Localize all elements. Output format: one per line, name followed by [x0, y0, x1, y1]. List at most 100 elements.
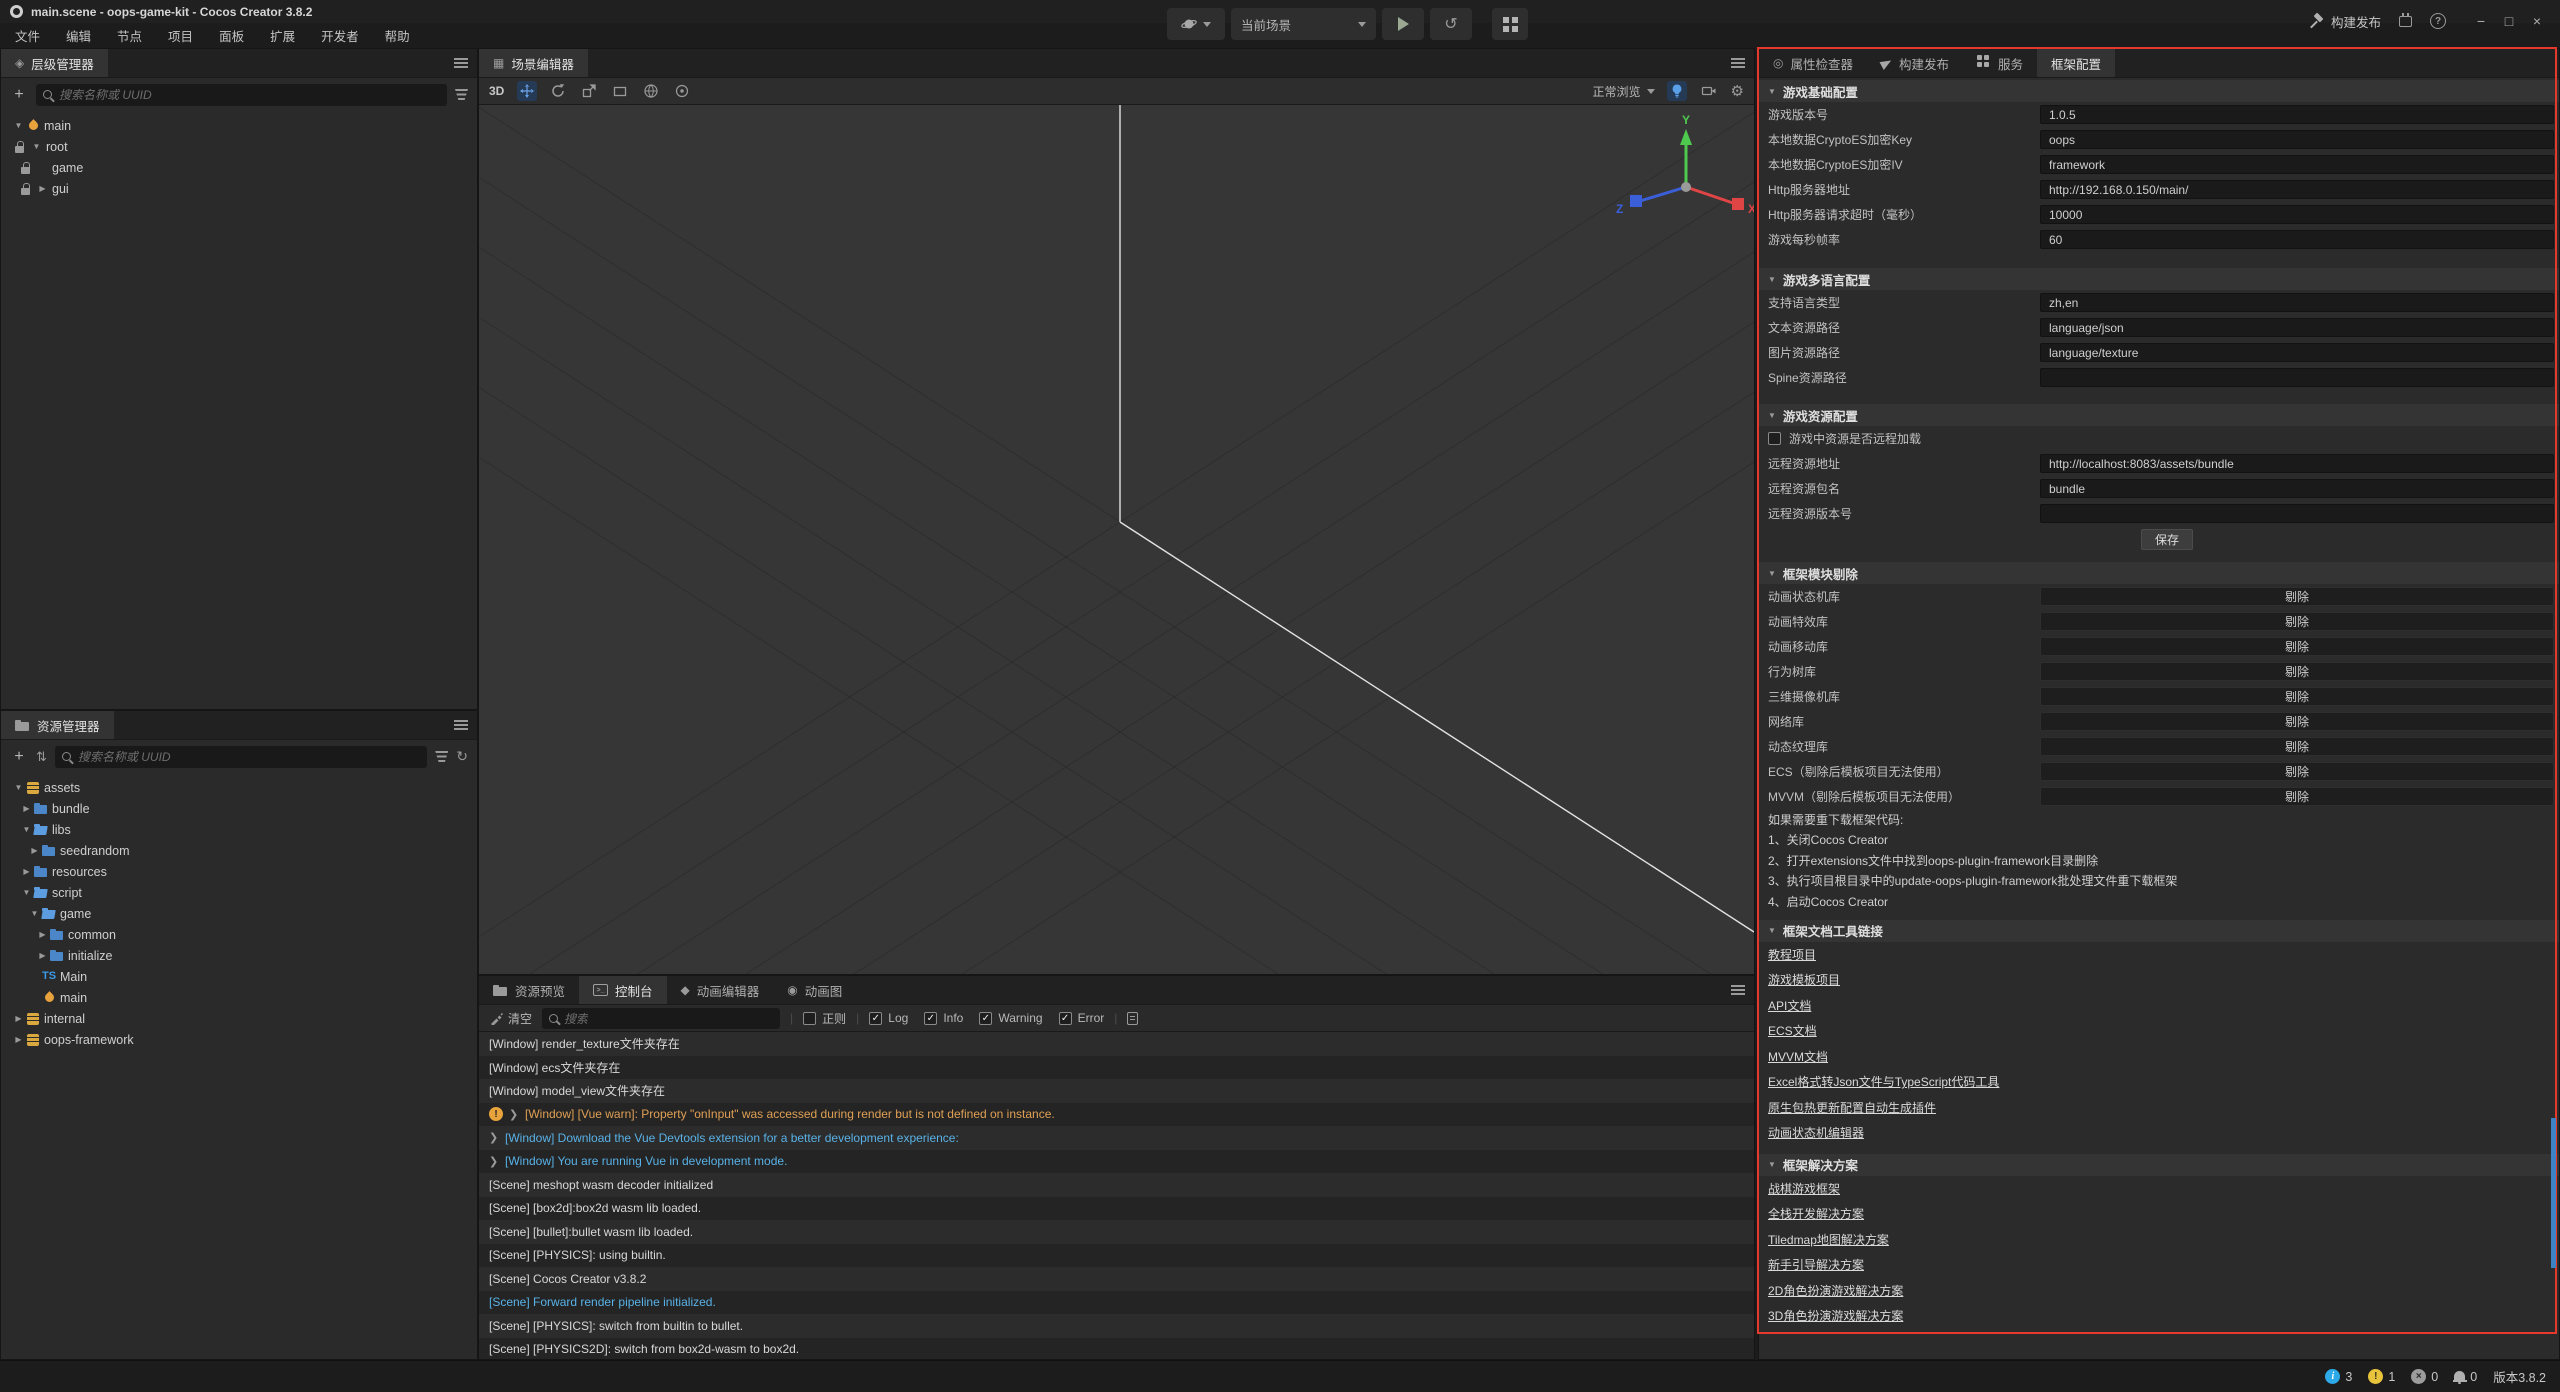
console-message-row[interactable]: ❯ [Scene] meshopt wasm decoder initializ…	[479, 1173, 1754, 1197]
minimize-button[interactable]: −	[2468, 8, 2494, 34]
add-node-button[interactable]: +	[10, 86, 28, 104]
console-message-row[interactable]: ❯ [Window] render_texture文件夹存在	[479, 1032, 1754, 1056]
tree-row[interactable]: script	[1, 882, 477, 903]
expander-icon[interactable]: ❯	[489, 1131, 499, 1144]
panel-menu-icon[interactable]	[1731, 985, 1745, 995]
sort-icon[interactable]: ⇅	[36, 749, 47, 765]
property-input[interactable]	[2040, 368, 2554, 387]
tree-chevron-icon[interactable]	[11, 1014, 26, 1023]
remove-module-button[interactable]: 剔除	[2040, 612, 2554, 631]
solution-link[interactable]: 新手引导解决方案	[1768, 1256, 1864, 1273]
property-input[interactable]: oops	[2040, 130, 2554, 149]
tree-row[interactable]: Main	[1, 966, 477, 987]
world-space-button[interactable]	[641, 81, 661, 101]
build-publish-button[interactable]: 构建发布	[2309, 12, 2381, 31]
tab-console[interactable]: 控制台	[579, 976, 667, 1004]
log-filter-checkbox[interactable]: Warning	[979, 1011, 1042, 1025]
remove-module-button[interactable]: 剔除	[2040, 737, 2554, 756]
remove-module-button[interactable]: 剔除	[2040, 687, 2554, 706]
doc-link[interactable]: ECS文档	[1768, 1022, 1817, 1039]
menu-item[interactable]: 文件	[2, 23, 53, 48]
mode-3d-toggle[interactable]: 3D	[489, 84, 504, 98]
solution-link[interactable]: 2D角色扮演游戏解决方案	[1768, 1282, 1903, 1299]
panel-menu-icon[interactable]	[454, 720, 468, 730]
filter-icon[interactable]	[435, 751, 448, 762]
console-message-row[interactable]: ❯ [Scene] [PHYSICS]: switch from builtin…	[479, 1314, 1754, 1338]
property-input[interactable]	[2040, 504, 2554, 523]
property-input[interactable]: http://localhost:8083/assets/bundle	[2040, 454, 2554, 473]
tree-chevron-icon[interactable]	[27, 909, 42, 918]
remove-module-button[interactable]: 剔除	[2040, 787, 2554, 806]
regex-checkbox[interactable]: 正则	[803, 1010, 846, 1027]
solution-link[interactable]: 3D角色扮演游戏解决方案	[1768, 1307, 1903, 1324]
play-button[interactable]	[1382, 8, 1424, 40]
tree-chevron-icon[interactable]	[11, 121, 26, 130]
section-module-trim[interactable]: 框架模块剔除	[1759, 562, 2559, 584]
doc-link[interactable]: MVVM文档	[1768, 1048, 1828, 1065]
property-input[interactable]: 10000	[2040, 205, 2554, 224]
property-input[interactable]: framework	[2040, 155, 2554, 174]
inspector-scrollbar-thumb[interactable]	[2551, 1118, 2556, 1268]
maximize-button[interactable]: □	[2496, 8, 2522, 34]
remove-module-button[interactable]: 剔除	[2040, 637, 2554, 656]
status-info[interactable]: i 3	[2325, 1369, 2352, 1384]
expander-icon[interactable]: ❯	[489, 1155, 499, 1168]
tab-scene-editor[interactable]: ▦ 场景编辑器	[479, 49, 588, 77]
tree-chevron-icon[interactable]	[11, 783, 26, 792]
tree-chevron-icon[interactable]	[27, 846, 42, 855]
tree-row[interactable]: bundle	[1, 798, 477, 819]
tree-row[interactable]: resources	[1, 861, 477, 882]
menu-item[interactable]: 项目	[155, 23, 206, 48]
console-message-row[interactable]: ❯ [Window] [Vue warn]: Property "onInput…	[479, 1103, 1754, 1127]
console-message-row[interactable]: ❯ [Scene] Forward render pipeline initia…	[479, 1291, 1754, 1315]
log-filter-checkbox[interactable]: Error	[1059, 1011, 1105, 1025]
console-message-row[interactable]: ❯ [Window] You are running Vue in develo…	[479, 1150, 1754, 1174]
tree-row[interactable]: main	[1, 115, 477, 136]
remote-load-checkbox[interactable]	[1768, 432, 1781, 445]
panel-menu-icon[interactable]	[454, 58, 468, 68]
menu-item[interactable]: 编辑	[53, 23, 104, 48]
doc-link[interactable]: 原生包热更新配置自动生成插件	[1768, 1099, 1936, 1116]
menu-item[interactable]: 节点	[104, 23, 155, 48]
help-icon[interactable]	[2430, 13, 2446, 29]
section-resource-config[interactable]: 游戏资源配置	[1759, 404, 2559, 426]
tree-chevron-icon[interactable]	[19, 804, 34, 813]
clear-console-button[interactable]: 清空	[489, 1010, 532, 1027]
gear-icon[interactable]: ⚙	[1731, 82, 1744, 100]
log-filter-checkbox[interactable]: Info	[924, 1011, 963, 1025]
filter-icon[interactable]	[455, 89, 468, 100]
tree-row[interactable]: root	[1, 136, 477, 157]
section-i18n-config[interactable]: 游戏多语言配置	[1759, 268, 2559, 290]
tree-row[interactable]: game	[1, 157, 477, 178]
tab-property-inspector[interactable]: ◎ 属性检查器	[1759, 49, 1867, 77]
tab-framework-config[interactable]: 框架配置	[2037, 49, 2115, 77]
property-input[interactable]: 1.0.5	[2040, 105, 2554, 124]
lock-icon[interactable]	[17, 157, 35, 178]
preview-target-button[interactable]	[1167, 8, 1225, 40]
menu-item[interactable]: 扩展	[257, 23, 308, 48]
tab-assets[interactable]: 资源管理器	[1, 711, 114, 739]
remove-module-button[interactable]: 剔除	[2040, 587, 2554, 606]
doc-link[interactable]: Excel格式转Json文件与TypeScript代码工具	[1768, 1073, 1999, 1090]
save-button[interactable]: 保存	[2141, 529, 2193, 550]
menu-item[interactable]: 开发者	[308, 23, 372, 48]
lighting-toggle-button[interactable]	[1667, 81, 1687, 101]
tab-animation-editor[interactable]: ◆ 动画编辑器	[667, 976, 774, 1004]
add-asset-button[interactable]: +	[10, 748, 28, 766]
tree-chevron-icon[interactable]	[29, 142, 44, 151]
remove-module-button[interactable]: 剔除	[2040, 712, 2554, 731]
console-message-row[interactable]: ❯ [Scene] [PHYSICS]: using builtin.	[479, 1244, 1754, 1268]
tree-row[interactable]: initialize	[1, 945, 477, 966]
console-message-row[interactable]: ❯ [Scene] [box2d]:box2d wasm lib loaded.	[479, 1197, 1754, 1221]
tree-chevron-icon[interactable]	[19, 867, 34, 876]
tree-row[interactable]: main	[1, 987, 477, 1008]
scene-select-dropdown[interactable]: 当前场景	[1231, 8, 1376, 40]
lock-icon[interactable]	[17, 178, 35, 199]
scene-viewport[interactable]: Y X Z	[479, 105, 1754, 974]
hierarchy-search-input[interactable]: 搜索名称或 UUID	[36, 84, 447, 106]
solution-link[interactable]: Tiledmap地图解决方案	[1768, 1231, 1889, 1248]
log-filter-checkbox[interactable]: Log	[869, 1011, 908, 1025]
console-search-input[interactable]: 搜索	[542, 1008, 780, 1029]
menu-item[interactable]: 面板	[206, 23, 257, 48]
export-log-icon[interactable]	[1127, 1012, 1138, 1025]
